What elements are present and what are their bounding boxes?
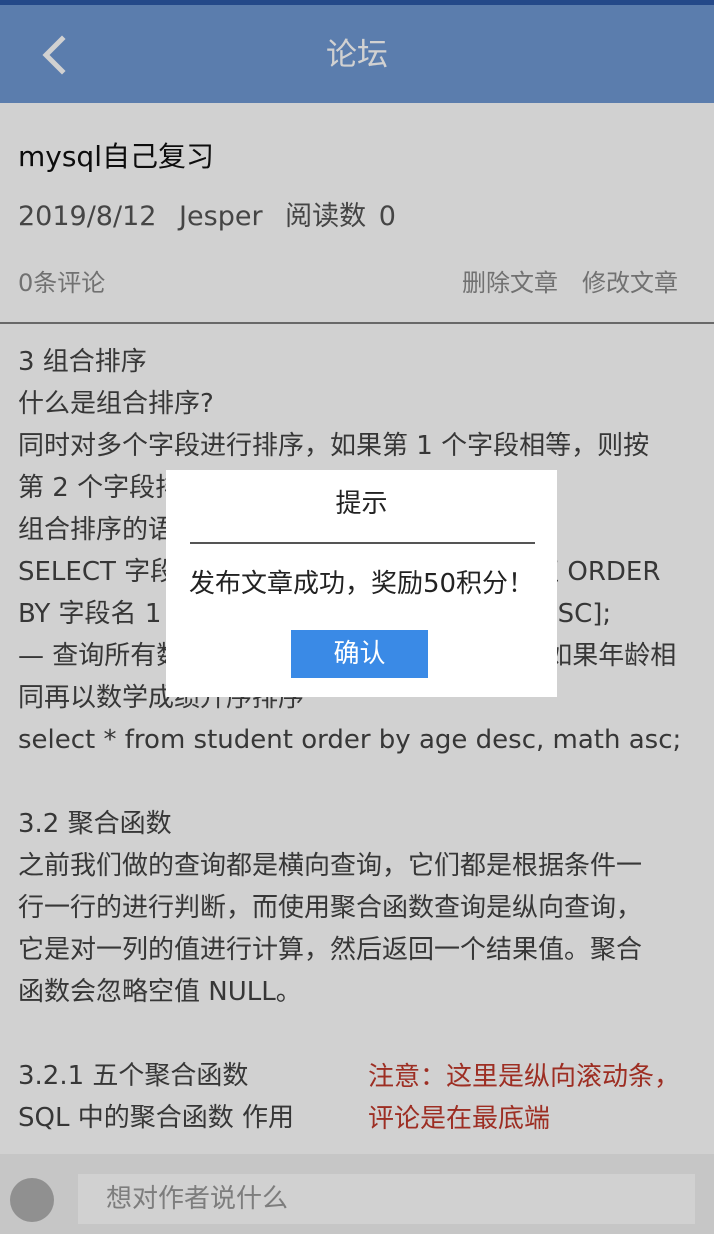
dialog-message: 发布文章成功，奖励50积分！ <box>188 569 535 599</box>
confirm-button[interactable]: 确认 <box>291 630 428 678</box>
dialog-divider <box>190 542 535 544</box>
dialog-title: 提示 <box>335 489 388 519</box>
forum-post-page: 论坛 mysql自己复习 2019/8/12 Jesper 阅读数 0 0条评论… <box>0 0 714 1234</box>
alert-dialog: 提示 发布文章成功，奖励50积分！ 确认 <box>166 470 557 697</box>
modal-overlay[interactable]: 提示 发布文章成功，奖励50积分！ 确认 <box>0 0 714 1234</box>
